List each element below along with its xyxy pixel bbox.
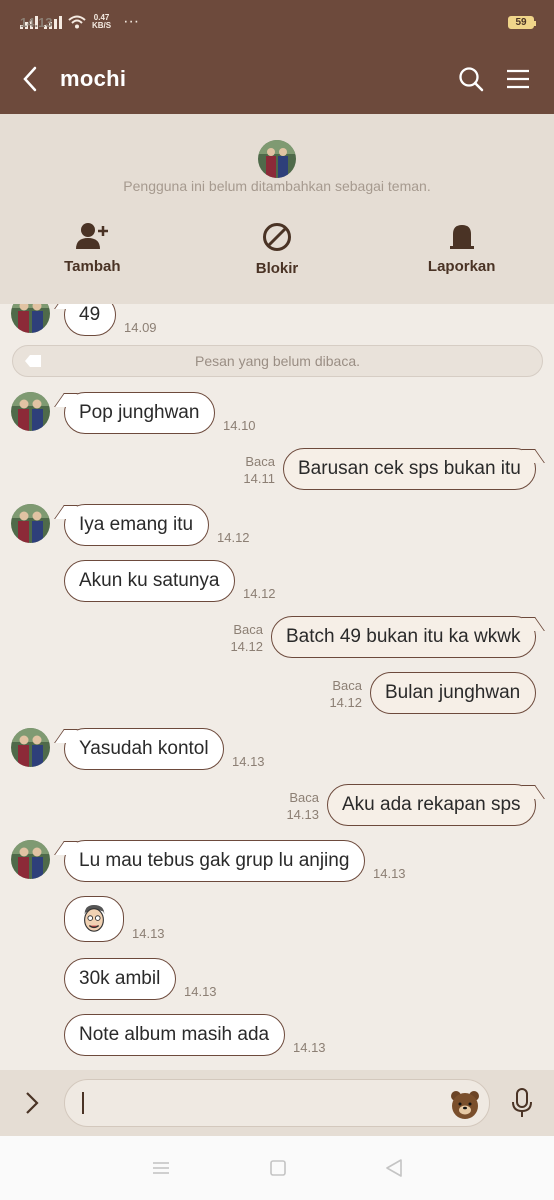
message-time: 14.13 [373,866,406,881]
read-receipt: Baca [233,622,263,637]
report-label: Laporkan [427,258,496,275]
sender-avatar[interactable] [11,304,50,333]
message-time: 14.12 [230,639,263,654]
block-icon [263,223,291,251]
incoming-message[interactable]: Yasudah kontol [64,728,224,770]
incoming-message[interactable]: 49 [64,304,116,336]
add-friend-icon [76,223,109,249]
message-time: 14.12 [329,695,362,710]
sticker-bear-icon[interactable] [449,1088,481,1120]
message-text: Aku ada rekapan sps [342,794,521,815]
sender-avatar[interactable] [11,392,50,431]
message-time: 14.13 [286,807,319,822]
message-text: Lu mau tebus gak grup lu anjing [79,850,350,871]
sender-avatar[interactable] [11,504,50,543]
message-time: 14.12 [217,530,250,545]
face-emoji-icon [84,904,105,932]
text-cursor [82,1092,84,1114]
message-text: Bulan junghwan [385,682,521,703]
message-time: 14.12 [243,586,276,601]
incoming-message[interactable]: 30k ambil [64,958,176,1000]
outgoing-message[interactable]: Barusan cek sps bukan itu [283,448,536,490]
incoming-message[interactable]: Lu mau tebus gak grup lu anjing [64,840,365,882]
home-icon[interactable] [270,1160,286,1176]
contact-avatar[interactable] [258,140,296,178]
chat-header: mochi [0,44,554,114]
message-text: Pop junghwan [79,402,200,423]
message-time: 14.13 [184,984,217,999]
incoming-message[interactable]: Note album masih ada [64,1014,285,1056]
add-friend-label: Tambah [64,258,121,275]
battery-indicator: 59 [508,15,536,29]
message-input[interactable] [64,1079,490,1127]
back-nav-icon[interactable] [386,1159,402,1177]
read-receipt: Baca [332,678,362,693]
tag-icon [25,355,41,367]
block-button[interactable]: Blokir [185,222,370,277]
search-icon[interactable] [458,66,484,92]
report-icon [449,225,474,249]
incoming-message[interactable]: Iya emang itu [64,504,209,546]
incoming-message[interactable]: Akun ku satunya [64,560,235,602]
message-time: 14.09 [124,320,157,335]
message-text: Barusan cek sps bukan itu [298,458,521,479]
expand-button[interactable] [0,1070,64,1136]
add-friend-button[interactable]: Tambah [0,222,185,277]
sender-avatar[interactable] [11,728,50,767]
microphone-icon [512,1088,532,1117]
message-time: 14.13 [232,754,265,769]
message-text: Yasudah kontol [79,738,209,759]
read-receipt: Baca [289,790,319,805]
incoming-message[interactable] [64,896,124,942]
outgoing-message[interactable]: Aku ada rekapan sps [327,784,536,826]
more-notifications-icon: ··· [123,13,140,30]
wifi-icon [68,15,86,29]
sender-avatar[interactable] [11,840,50,879]
block-label: Blokir [255,260,299,277]
outgoing-message[interactable]: Bulan junghwan [370,672,536,714]
unread-label: Pesan yang belum dibaca. [195,353,360,369]
recent-apps-icon[interactable] [152,1161,170,1175]
unread-divider: Pesan yang belum dibaca. [12,345,543,377]
chat-title: mochi [60,66,127,91]
message-text: Akun ku satunya [79,570,220,591]
network-speed: 0.47 KB/S [92,13,112,30]
message-composer [0,1070,554,1136]
status-bar: 14.13 0.47 KB/S ··· 59 [0,0,554,44]
system-nav-bar [0,1136,554,1200]
message-text: 30k ambil [79,968,161,989]
report-button[interactable]: Laporkan [369,222,554,277]
chat-area[interactable]: Pesan yang belum dibaca. 49 14.09 Pop jung… [0,304,554,1070]
message-time: 14.10 [223,418,256,433]
not-friend-panel: Pengguna ini belum ditambahkan sebagai t… [0,114,554,304]
status-time: 14.13 [20,14,53,30]
read-receipt: Baca [245,454,275,469]
menu-icon[interactable] [506,68,530,90]
message-time: 14.13 [132,926,165,941]
voice-button[interactable] [490,1070,554,1136]
message-time: 14.13 [293,1040,326,1055]
message-text: Note album masih ada [79,1024,270,1045]
message-text: Batch 49 bukan itu ka wkwk [286,626,521,647]
message-time: 14.11 [243,471,275,486]
not-friend-message: Pengguna ini belum ditambahkan sebagai t… [123,178,431,194]
back-button[interactable] [0,44,60,114]
chevron-right-icon [26,1092,39,1114]
message-text: 49 [79,304,101,325]
outgoing-message[interactable]: Batch 49 bukan itu ka wkwk [271,616,536,658]
incoming-message[interactable]: Pop junghwan [64,392,215,434]
back-arrow-icon [23,66,37,92]
message-text: Iya emang itu [79,514,194,535]
